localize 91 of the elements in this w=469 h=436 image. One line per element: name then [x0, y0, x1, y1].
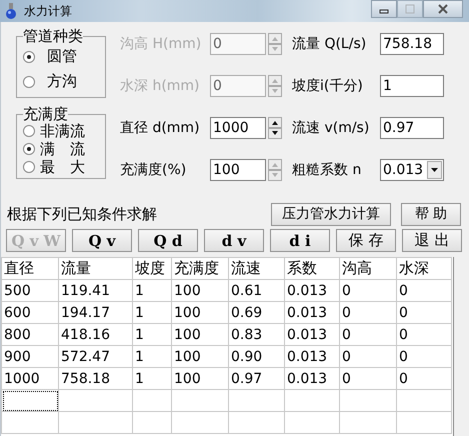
dropdown-field[interactable]: 0.013 — [380, 159, 444, 181]
column-header: 系数 — [284, 258, 340, 280]
field-label: 直径 d(mm) — [120, 119, 201, 137]
radio-label[interactable]: 方沟 — [47, 72, 77, 91]
table-cell: 600 — [2, 302, 58, 324]
table-cell: 119.41 — [58, 280, 132, 302]
table-cell: 1000 — [2, 368, 58, 390]
column-header: 沟高 — [340, 258, 396, 280]
field-label: 沟高 H(mm) — [120, 35, 202, 53]
field-label: 流速 v(m/s) — [292, 119, 370, 137]
table-cell: 1 — [132, 324, 172, 346]
table-cell: 0.013 — [284, 368, 340, 390]
table-cell: 0.90 — [228, 346, 284, 368]
table-cell: 0 — [396, 346, 452, 368]
table-cell: 0.83 — [228, 324, 284, 346]
solve-button[interactable]: 保 存 — [336, 229, 396, 252]
solve-button[interactable]: 退 出 — [402, 229, 462, 252]
column-header: 流量 — [58, 258, 132, 280]
table-cell: 900 — [2, 346, 58, 368]
input-field[interactable]: 1 — [380, 75, 444, 97]
table-cell: 418.16 — [58, 324, 132, 346]
table-cell: 194.17 — [58, 302, 132, 324]
table-cell: 0.69 — [228, 302, 284, 324]
table-cell: 1 — [132, 302, 172, 324]
field-label: 水深 h(mm) — [120, 77, 201, 95]
flask-icon — [4, 3, 18, 19]
caret-icon[interactable] — [427, 161, 442, 179]
input-field[interactable]: 758.18 — [380, 33, 444, 55]
field-label: 坡度i(千分) — [292, 77, 364, 95]
table-cell: 572.47 — [58, 346, 132, 368]
table-cell: 100 — [172, 280, 228, 302]
solve-button[interactable]: d i — [270, 229, 330, 252]
close-button[interactable] — [423, 0, 463, 18]
table-cell: 0.013 — [284, 346, 340, 368]
table-cell: 0 — [340, 368, 396, 390]
column-header: 水深 — [396, 258, 452, 280]
table-cell: 500 — [2, 280, 58, 302]
table-cell: 100 — [172, 346, 228, 368]
table-cell: 758.18 — [58, 368, 132, 390]
radio-label[interactable]: 满 流 — [40, 140, 85, 158]
column-header: 流速 — [228, 258, 284, 280]
table-cell: 1 — [132, 368, 172, 390]
table-cell: 0 — [340, 302, 396, 324]
table-cell: 0.013 — [284, 324, 340, 346]
spinner-control[interactable] — [268, 117, 282, 139]
table-cell: 0.013 — [284, 280, 340, 302]
table-cell: 800 — [2, 324, 58, 346]
group-title: 充满度 — [23, 106, 68, 122]
table-cell: 0 — [396, 280, 452, 302]
field-label: 粗糙系数 n — [292, 161, 362, 179]
radio-button[interactable] — [23, 125, 35, 137]
table-cell: 0.013 — [284, 302, 340, 324]
table-cell: 0 — [340, 324, 396, 346]
table-cell: 0 — [396, 368, 452, 390]
column-header: 坡度 — [132, 258, 172, 280]
table-cell: 0.61 — [228, 280, 284, 302]
radio-button[interactable] — [23, 50, 35, 62]
table-cell: 100 — [172, 368, 228, 390]
action-button[interactable]: 帮 助 — [401, 202, 461, 226]
table-cell: 0 — [340, 346, 396, 368]
field-label: 充满度(%) — [120, 161, 188, 179]
input-field[interactable]: 1000 — [210, 117, 266, 139]
solve-button[interactable]: Q v — [72, 229, 132, 252]
column-header: 直径 — [2, 258, 58, 280]
solve-button[interactable]: d v — [204, 229, 264, 252]
column-header: 充满度 — [172, 258, 228, 280]
table-cell: 0 — [340, 280, 396, 302]
table-cell: 0.97 — [228, 368, 284, 390]
radio-button[interactable] — [23, 161, 35, 173]
solve-button[interactable]: Q d — [138, 229, 198, 252]
window-title: 水力计算 — [24, 2, 72, 20]
group-title: 管道种类 — [23, 28, 83, 44]
radio-label[interactable]: 圆管 — [47, 47, 77, 66]
radio-label[interactable]: 非满流 — [40, 122, 85, 140]
table-cell: 0 — [396, 324, 452, 346]
input-field[interactable]: 0.97 — [380, 117, 444, 139]
table-cell: 0 — [396, 302, 452, 324]
radio-button[interactable] — [23, 76, 35, 88]
input-field[interactable]: 100 — [210, 159, 266, 181]
table-cell: 100 — [172, 324, 228, 346]
table-cell: 1 — [132, 280, 172, 302]
radio-label[interactable]: 最 大 — [40, 158, 85, 176]
minimize-button[interactable] — [371, 0, 397, 18]
close-icon — [437, 4, 449, 14]
maximize-icon — [404, 4, 416, 14]
field-label: 流量 Q(L/s) — [292, 35, 368, 53]
table-cell: 100 — [172, 302, 228, 324]
action-button[interactable]: 压力管水力计算 — [271, 202, 391, 226]
table-cell: 1 — [132, 346, 172, 368]
instruction-text: 根据下列已知条件求解 — [7, 204, 157, 224]
radio-button[interactable] — [23, 143, 35, 155]
